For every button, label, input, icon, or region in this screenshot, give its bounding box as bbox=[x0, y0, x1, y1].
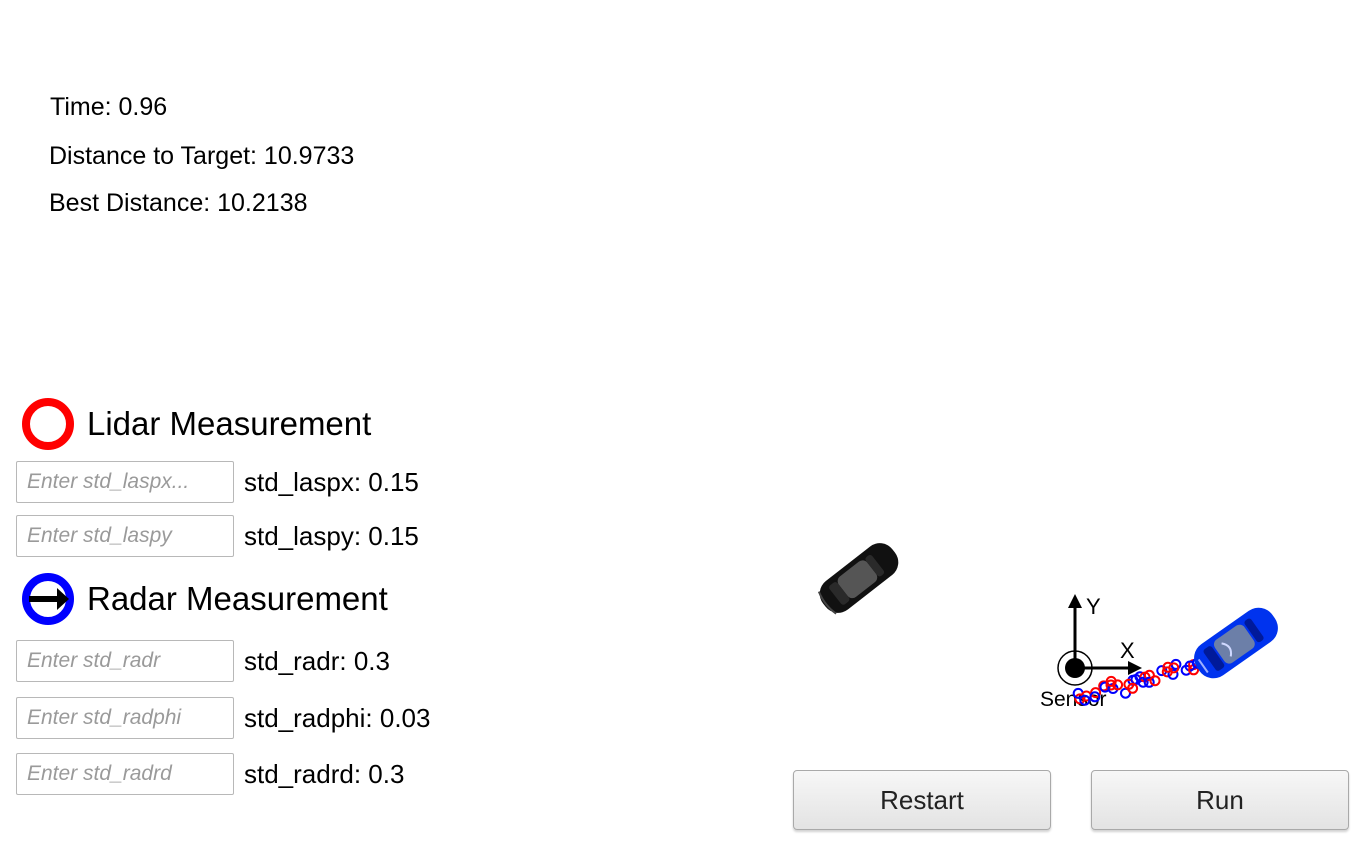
std-laspx-value: std_laspx: 0.15 bbox=[244, 466, 419, 497]
time-readout: Time: 0.96 bbox=[50, 93, 168, 121]
axis-y-label: Y bbox=[1086, 594, 1101, 619]
std-laspx-row: std_laspx: 0.15 bbox=[16, 461, 419, 503]
radar-title-label: Radar Measurement bbox=[87, 580, 388, 617]
distance-to-target-readout: Distance to Target: 10.9733 bbox=[49, 142, 355, 170]
std-radrd-input[interactable] bbox=[16, 753, 234, 795]
std-radr-value: std_radr: 0.3 bbox=[244, 645, 390, 676]
std-radphi-input[interactable] bbox=[16, 697, 234, 739]
std-radr-input[interactable] bbox=[16, 640, 234, 682]
lidar-title-label: Lidar Measurement bbox=[87, 405, 372, 442]
std-radphi-row: std_radphi: 0.03 bbox=[16, 697, 430, 739]
lidar-section-title: Lidar Measurement bbox=[21, 397, 371, 451]
std-radphi-value: std_radphi: 0.03 bbox=[244, 702, 431, 733]
std-radr-row: std_radr: 0.3 bbox=[16, 640, 390, 682]
std-laspy-row: std_laspy: 0.15 bbox=[16, 515, 419, 557]
std-radrd-row: std_radrd: 0.3 bbox=[16, 753, 404, 795]
std-radrd-value: std_radrd: 0.3 bbox=[244, 758, 405, 789]
black-car-icon bbox=[817, 543, 899, 615]
std-laspy-input[interactable] bbox=[16, 515, 234, 557]
std-laspx-input[interactable] bbox=[16, 461, 234, 503]
std-laspy-value: std_laspy: 0.15 bbox=[244, 520, 419, 551]
simulation-canvas: Y X Sensor bbox=[817, 543, 1278, 711]
axis-x-label: X bbox=[1120, 638, 1135, 663]
best-distance-readout: Best Distance: 10.2138 bbox=[49, 189, 308, 217]
lidar-marker-icon bbox=[22, 398, 74, 450]
lidar-marker bbox=[1149, 675, 1161, 687]
blue-car-icon bbox=[1194, 607, 1278, 679]
radar-section-title: Radar Measurement bbox=[21, 572, 388, 626]
restart-button[interactable]: Restart bbox=[793, 770, 1051, 830]
run-button[interactable]: Run bbox=[1091, 770, 1349, 830]
radar-marker-icon bbox=[22, 573, 74, 625]
